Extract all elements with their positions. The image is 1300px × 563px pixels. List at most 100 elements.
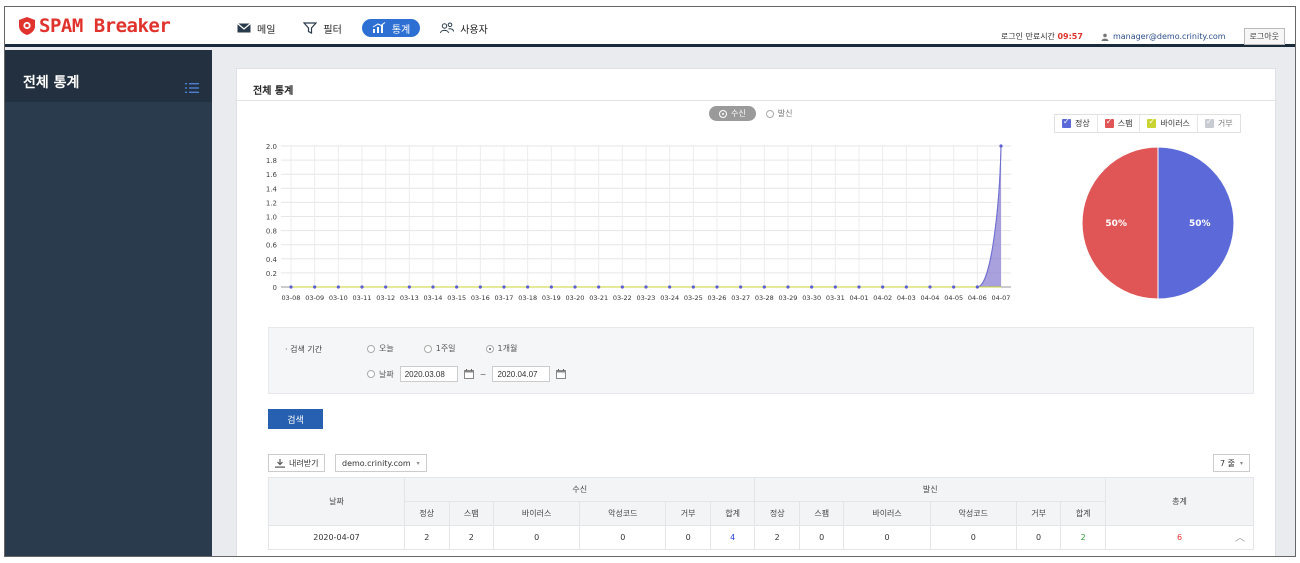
x-tick-label: 03-08 bbox=[282, 294, 301, 302]
sidebar bbox=[5, 50, 212, 556]
user-email: manager@demo.crinity.com bbox=[1112, 32, 1226, 41]
x-tick-label: 03-19 bbox=[542, 294, 561, 302]
nav-users-label: 사용자 bbox=[460, 24, 488, 36]
y-tick-label: 0 bbox=[273, 284, 277, 292]
period-label: · 검색 기간 bbox=[285, 345, 323, 354]
x-tick-label: 04-03 bbox=[897, 294, 916, 302]
col-date[interactable]: 날짜 bbox=[268, 477, 405, 526]
data-point bbox=[904, 285, 908, 289]
search-button[interactable]: 검색 bbox=[268, 409, 323, 429]
period-options: 오늘 1주일 1개월 bbox=[367, 343, 517, 354]
table-cell: 0 bbox=[798, 525, 845, 550]
legend-virus-label: 바이러스 bbox=[1160, 119, 1190, 128]
list-menu-icon[interactable] bbox=[185, 82, 199, 94]
table-cell: 2 bbox=[1060, 525, 1106, 550]
y-tick-label: 0.4 bbox=[266, 256, 278, 264]
shield-icon bbox=[19, 17, 35, 35]
date-to-input[interactable] bbox=[492, 366, 551, 382]
data-point bbox=[857, 285, 861, 289]
period-month[interactable]: 1개월 bbox=[485, 343, 517, 354]
data-point bbox=[762, 285, 766, 289]
mode-receive[interactable]: 수신 bbox=[709, 106, 756, 121]
search-filter-box: · 검색 기간 오늘 1주일 1개월 날짜 ~ bbox=[268, 327, 1254, 394]
legend-spam-label: 스팸 bbox=[1117, 119, 1133, 128]
app-logo[interactable]: SPAM Breaker bbox=[19, 14, 171, 38]
nav-users[interactable]: 사용자 bbox=[440, 19, 488, 37]
date-from-input[interactable] bbox=[399, 366, 458, 382]
nav-filter[interactable]: 필터 bbox=[303, 19, 342, 37]
x-tick-label: 03-28 bbox=[755, 294, 774, 302]
data-point bbox=[597, 285, 601, 289]
nav-mail-label: 메일 bbox=[257, 24, 276, 36]
logout-button[interactable]: 로그아웃 bbox=[1243, 28, 1285, 45]
sub-header-cell: 바이러스 bbox=[493, 501, 581, 526]
main-nav: 메일 필터 통계 사용자 bbox=[237, 19, 488, 37]
download-button[interactable]: 내려받기 bbox=[268, 454, 326, 472]
legend-spam[interactable]: 스팸 bbox=[1098, 115, 1141, 132]
legend-normal[interactable]: 정상 bbox=[1055, 115, 1098, 132]
radio-icon bbox=[719, 109, 727, 118]
title-divider bbox=[237, 100, 1275, 101]
pie-label: 50% bbox=[1105, 219, 1127, 229]
period-week[interactable]: 1주일 bbox=[423, 343, 456, 354]
data-point bbox=[502, 285, 506, 289]
x-tick-label: 04-05 bbox=[944, 294, 963, 302]
session-info: 로그인 만료시간 09:57 manager@demo.crinity.com … bbox=[1001, 28, 1285, 45]
col-group-send: 발신 bbox=[754, 477, 1106, 502]
direction-toggle: 수신 발신 bbox=[709, 106, 792, 121]
x-tick-label: 04-01 bbox=[850, 294, 869, 302]
nav-mail[interactable]: 메일 bbox=[237, 19, 275, 37]
period-today[interactable]: 오늘 bbox=[367, 343, 394, 354]
sub-header-cell: 합계 bbox=[709, 501, 756, 526]
data-point bbox=[549, 285, 553, 289]
x-tick-label: 03-22 bbox=[613, 294, 632, 302]
radio-icon bbox=[765, 109, 774, 118]
login-timer-value: 09:57 bbox=[1057, 32, 1083, 41]
rows-per-page-select[interactable]: 7 줄 ▾ bbox=[1213, 454, 1251, 472]
data-point bbox=[478, 285, 482, 289]
calendar-icon[interactable] bbox=[556, 369, 567, 379]
legend-normal-label: 정상 bbox=[1075, 119, 1090, 128]
user-icon bbox=[1101, 33, 1109, 41]
chevron-down-icon: ▾ bbox=[416, 459, 420, 467]
table-row[interactable]: 2020-04-07 2 2 0 0 0 4 2 0 0 0 0 2 6 bbox=[268, 525, 1254, 550]
data-point bbox=[573, 285, 577, 289]
x-tick-label: 03-24 bbox=[660, 294, 679, 302]
data-point bbox=[526, 285, 530, 289]
x-tick-label: 04-07 bbox=[992, 294, 1011, 302]
stats-table: 날짜 수신 발신 총계 정상 스팸 바이러스 악성코드 거부 합계 정상 스팸 바이러스 악성코드… bbox=[268, 477, 1254, 550]
x-tick-label: 03-18 bbox=[518, 294, 537, 302]
data-point bbox=[360, 285, 364, 289]
sub-header-cell: 악성코드 bbox=[579, 501, 667, 526]
data-point bbox=[313, 285, 317, 289]
mode-receive-label: 수신 bbox=[731, 109, 746, 118]
nav-stats[interactable]: 통계 bbox=[361, 19, 421, 37]
legend-reject-label: 거부 bbox=[1217, 119, 1233, 128]
domain-select[interactable]: demo.crinity.com ▾ bbox=[335, 454, 427, 472]
x-tick-label: 03-27 bbox=[731, 294, 750, 302]
x-tick-label: 03-12 bbox=[376, 294, 395, 302]
mode-send[interactable]: 발신 bbox=[765, 108, 792, 119]
sub-header-cell: 스팸 bbox=[448, 501, 495, 526]
download-label: 내려받기 bbox=[289, 458, 319, 468]
table-cell: 0 bbox=[579, 525, 667, 550]
table-cell: 4 bbox=[709, 525, 756, 550]
period-date[interactable]: 날짜 bbox=[367, 369, 394, 380]
sub-header-cell: 정상 bbox=[754, 501, 800, 526]
data-point bbox=[715, 285, 719, 289]
data-point bbox=[336, 285, 340, 289]
calendar-icon[interactable] bbox=[463, 369, 474, 379]
page-title: 전체 통계 bbox=[253, 86, 294, 97]
app-window: SPAM Breaker 메일 필터 통계 사용자 로그인 만료시간 09:57 bbox=[4, 6, 1296, 557]
radio-icon bbox=[367, 344, 375, 353]
area-chart: 0 0.2 0.4 0.6 0.8 1.0 1.2 1.4 1.6 1.8 2.0 03-08 03-0… bbox=[266, 143, 1011, 302]
legend-virus[interactable]: 바이러스 bbox=[1140, 115, 1198, 132]
sidebar-title: 전체 통계 bbox=[23, 75, 80, 91]
sub-header-cell: 정상 bbox=[404, 501, 450, 526]
download-icon bbox=[275, 458, 285, 468]
data-point bbox=[691, 285, 695, 289]
chevron-down-icon: ▾ bbox=[1240, 459, 1244, 467]
user-account[interactable]: manager@demo.crinity.com bbox=[1101, 32, 1226, 41]
legend-reject[interactable]: 거부 bbox=[1198, 115, 1240, 132]
scroll-up-icon[interactable]: ︿ bbox=[1235, 529, 1245, 544]
